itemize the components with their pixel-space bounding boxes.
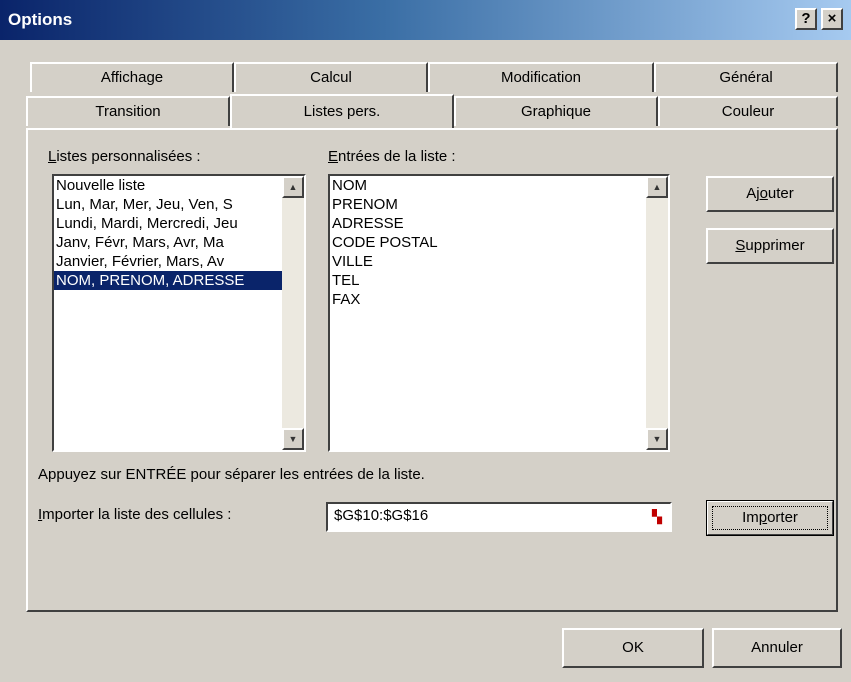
list-item: PRENOM [332,196,398,213]
custom-lists-label: Listes personnalisées : [48,148,201,165]
list-item[interactable]: Nouvelle liste [54,176,304,195]
list-item[interactable]: Janvier, Février, Mars, Av [54,252,304,271]
custom-lists-scrollbar[interactable]: ▲ ▼ [282,176,304,450]
options-dialog: Options ? × Affichage Calcul Modificatio… [0,0,851,682]
help-button[interactable]: ? [795,8,817,30]
entries-listbox[interactable]: NOM PRENOM ADRESSE CODE POSTAL VILLE TEL FAX ▲… [328,174,670,452]
list-item[interactable]: Lundi, Mardi, Mercredi, Jeu [54,214,304,233]
tab-graphique[interactable]: Graphique [454,96,658,126]
entries-items: NOM PRENOM ADRESSE CODE POSTAL VILLE TEL FAX [330,176,668,309]
focus-rectangle [712,506,828,530]
add-button[interactable]: Ajouter [706,176,834,212]
list-item[interactable]: NOM, PRENOM, ADRESSE [54,271,304,290]
tab-modification[interactable]: Modification [428,62,654,92]
list-item: ADRESSE [332,215,404,232]
entries-hint: Appuyez sur ENTRÉE pour séparer les entr… [38,466,425,483]
ok-button[interactable]: OK [562,628,704,668]
list-item: NOM [332,177,367,194]
custom-lists-listbox[interactable]: Nouvelle liste Lun, Mar, Mer, Jeu, Ven, S… [52,174,306,452]
close-icon: × [827,10,837,27]
arrow-up-icon[interactable]: ▲ [282,176,304,198]
help-icon: ? [801,10,811,27]
close-button[interactable]: × [821,8,843,30]
delete-button[interactable]: Supprimer [706,228,834,264]
import-range-input[interactable]: $G$10:$G$16 ▚ [326,502,672,532]
list-item: TEL [332,272,360,289]
list-item[interactable]: Lun, Mar, Mer, Jeu, Ven, S [54,195,304,214]
import-range-value: $G$10:$G$16 [334,507,429,524]
title-bar[interactable]: Options ? × [0,0,851,40]
tab-panel-custom-lists: Listes personnalisées : Nouvelle liste Lu… [26,128,838,612]
tab-couleur[interactable]: Couleur [658,96,838,126]
tab-listes-pers[interactable]: Listes pers. [230,94,454,128]
list-item: VILLE [332,253,373,270]
list-item: FAX [332,291,361,308]
cancel-button[interactable]: Annuler [712,628,842,668]
arrow-down-icon[interactable]: ▼ [646,428,668,450]
dialog-title: Options [8,10,73,29]
arrow-up-icon[interactable]: ▲ [646,176,668,198]
entries-scrollbar[interactable]: ▲ ▼ [646,176,668,450]
tab-general[interactable]: Général [654,62,838,92]
arrow-down-icon[interactable]: ▼ [282,428,304,450]
import-button[interactable]: Importer [706,500,834,536]
tab-transition[interactable]: Transition [26,96,230,126]
list-item: CODE POSTAL [332,234,438,251]
range-collapse-icon[interactable]: ▚ [646,506,668,528]
tab-affichage[interactable]: Affichage [30,62,234,92]
entries-label: Entrées de la liste : [328,148,456,165]
custom-lists-items: Nouvelle liste Lun, Mar, Mer, Jeu, Ven, S… [54,176,304,290]
list-item[interactable]: Janv, Févr, Mars, Avr, Ma [54,233,304,252]
import-range-label: Importer la liste des cellules : [38,506,232,523]
tab-calcul[interactable]: Calcul [234,62,428,92]
